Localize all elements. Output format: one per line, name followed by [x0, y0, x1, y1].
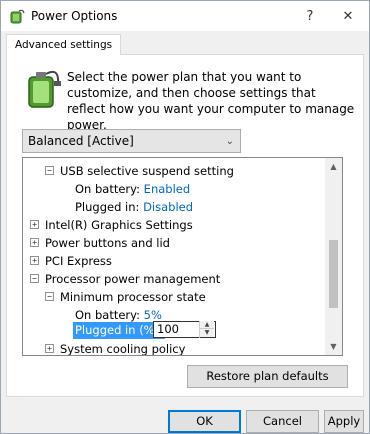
- apply-button[interactable]: Apply: [324, 410, 364, 433]
- power-options-icon: [10, 9, 25, 24]
- expand-icon[interactable]: +: [30, 256, 39, 265]
- chevron-down-icon: ⌄: [225, 136, 234, 147]
- tree-item-pci-express[interactable]: + PCI Express: [30, 252, 112, 270]
- collapse-icon[interactable]: −: [30, 274, 39, 283]
- tree-item-usb-suspend[interactable]: − USB selective suspend setting: [45, 162, 234, 180]
- power-plan-value: Balanced [Active]: [28, 134, 134, 148]
- tree-item-label: Minimum processor state: [60, 290, 206, 304]
- description-text: Select the power plan that you want to c…: [67, 70, 355, 132]
- scroll-down-icon[interactable]: ▼: [325, 338, 342, 355]
- expand-icon[interactable]: +: [45, 344, 54, 353]
- spin-up-icon[interactable]: ▲: [200, 321, 214, 329]
- tree-item-min-processor-state[interactable]: − Minimum processor state: [45, 288, 206, 306]
- tree-item-label: Processor power management: [45, 272, 221, 286]
- tree-item-label: System cooling policy: [60, 342, 186, 356]
- tree-item-power-buttons[interactable]: + Power buttons and lid: [30, 234, 170, 252]
- title-bar: Power Options ? ✕: [1, 1, 369, 31]
- tree-item-label: Power buttons and lid: [45, 236, 170, 250]
- cancel-button[interactable]: Cancel: [246, 410, 319, 433]
- setting-label: On battery:: [75, 308, 141, 322]
- tree-item-usb-plugged-in[interactable]: Plugged in: Disabled: [75, 198, 193, 216]
- collapse-icon[interactable]: −: [45, 166, 54, 175]
- restore-defaults-button[interactable]: Restore plan defaults: [187, 365, 348, 388]
- tree-item-intel-graphics[interactable]: + Intel(R) Graphics Settings: [30, 216, 193, 234]
- vertical-scrollbar[interactable]: ▲ ▼: [325, 158, 342, 355]
- expand-icon[interactable]: +: [30, 238, 39, 247]
- scrollbar-thumb[interactable]: [329, 240, 338, 308]
- ok-button[interactable]: OK: [168, 410, 241, 433]
- settings-tree[interactable]: − USB selective suspend setting On batte…: [22, 157, 343, 356]
- setting-value[interactable]: 5%: [144, 308, 162, 322]
- tree-item-cooling[interactable]: + System cooling policy: [45, 340, 186, 356]
- setting-value[interactable]: Enabled: [144, 182, 190, 196]
- help-button[interactable]: ?: [293, 1, 327, 31]
- tab-advanced-settings[interactable]: Advanced settings: [6, 34, 122, 55]
- tree-item-usb-on-battery[interactable]: On battery: Enabled: [75, 180, 190, 198]
- scroll-up-icon[interactable]: ▲: [325, 158, 342, 175]
- tree-item-label: USB selective suspend setting: [60, 164, 234, 178]
- power-plan-select[interactable]: Balanced [Active] ⌄: [22, 129, 241, 153]
- selected-setting-label[interactable]: Plugged in (%):: [73, 322, 165, 339]
- close-button[interactable]: ✕: [331, 1, 365, 31]
- power-options-window: Power Options ? ✕ Advanced settings Sele…: [0, 0, 370, 434]
- tree-item-label: Intel(R) Graphics Settings: [45, 218, 193, 232]
- tree-item-processor[interactable]: − Processor power management: [30, 270, 220, 288]
- spin-value: 100: [157, 322, 179, 336]
- setting-value[interactable]: Disabled: [143, 200, 193, 214]
- window-title: Power Options: [31, 9, 118, 23]
- tree-item-label: PCI Express: [45, 254, 112, 268]
- setting-label: On battery:: [75, 182, 141, 196]
- battery-icon: [28, 70, 61, 108]
- expand-icon[interactable]: +: [30, 220, 39, 229]
- setting-label: Plugged in:: [75, 200, 140, 214]
- spin-down-icon[interactable]: ▼: [200, 329, 214, 337]
- spin-buttons: ▲ ▼: [199, 321, 214, 338]
- collapse-icon[interactable]: −: [45, 292, 54, 301]
